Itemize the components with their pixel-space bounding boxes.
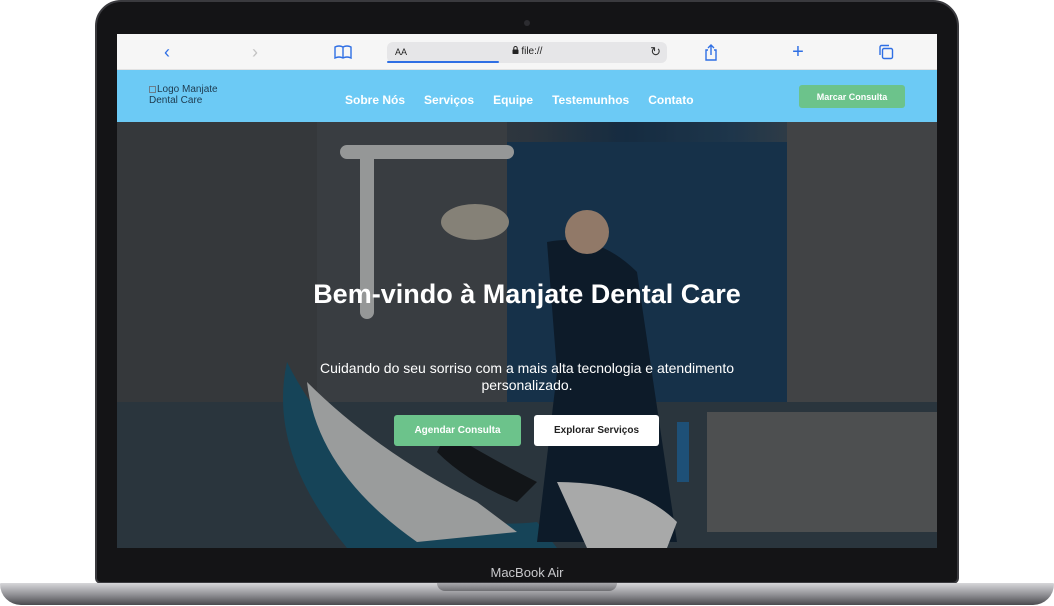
nav-link-equipe[interactable]: Equipe — [493, 93, 533, 107]
url-display: file:// — [387, 46, 667, 57]
main-nav: Sobre Nós Serviços Equipe Testemunhos Co… — [345, 93, 713, 107]
url-text: file:// — [521, 46, 543, 57]
loading-progress-bar — [387, 61, 499, 63]
plus-icon[interactable]: + — [786, 40, 810, 64]
chevron-left-icon[interactable]: ‹ — [155, 40, 179, 64]
nav-link-contato[interactable]: Contato — [648, 93, 693, 107]
laptop-mockup: ‹ › AA file:// ↻ + Logo Manjate Dental C… — [0, 0, 1054, 606]
hero-title: Bem-vindo à Manjate Dental Care — [313, 279, 741, 309]
nav-link-sobre-nos[interactable]: Sobre Nós — [345, 93, 405, 107]
marcar-consulta-button[interactable]: Marcar Consulta — [799, 85, 905, 108]
chevron-right-icon[interactable]: › — [243, 40, 267, 64]
explorar-servicos-button[interactable]: Explorar Serviços — [534, 415, 659, 446]
reload-icon[interactable]: ↻ — [650, 44, 661, 60]
site-header: Logo Manjate Dental Care Sobre Nós Servi… — [117, 70, 937, 122]
device-label: MacBook Air — [490, 565, 564, 580]
agendar-consulta-button[interactable]: Agendar Consulta — [394, 415, 521, 446]
logo-image-alt[interactable]: Logo Manjate Dental Care — [149, 84, 239, 106]
book-icon[interactable] — [331, 40, 355, 64]
hero-subtitle: Cuidando do seu sorriso com a mais alta … — [319, 360, 735, 393]
address-bar[interactable]: AA file:// ↻ — [387, 42, 667, 63]
share-icon[interactable] — [699, 40, 723, 64]
laptop-base-notch — [437, 583, 617, 591]
tabs-icon[interactable] — [874, 40, 898, 64]
camera — [524, 20, 530, 26]
browser-screen: ‹ › AA file:// ↻ + Logo Manjate Dental C… — [117, 34, 937, 548]
logo-alt-text: Logo Manjate Dental Care — [149, 84, 218, 106]
hero-dark-overlay — [117, 122, 937, 548]
browser-toolbar: ‹ › AA file:// ↻ + — [117, 34, 937, 70]
lock-icon — [512, 46, 522, 57]
nav-link-testemunhos[interactable]: Testemunhos — [552, 93, 629, 107]
hero-section: Bem-vindo à Manjate Dental Care Cuidando… — [117, 122, 937, 548]
broken-image-icon — [149, 86, 156, 93]
nav-link-servicos[interactable]: Serviços — [424, 93, 474, 107]
